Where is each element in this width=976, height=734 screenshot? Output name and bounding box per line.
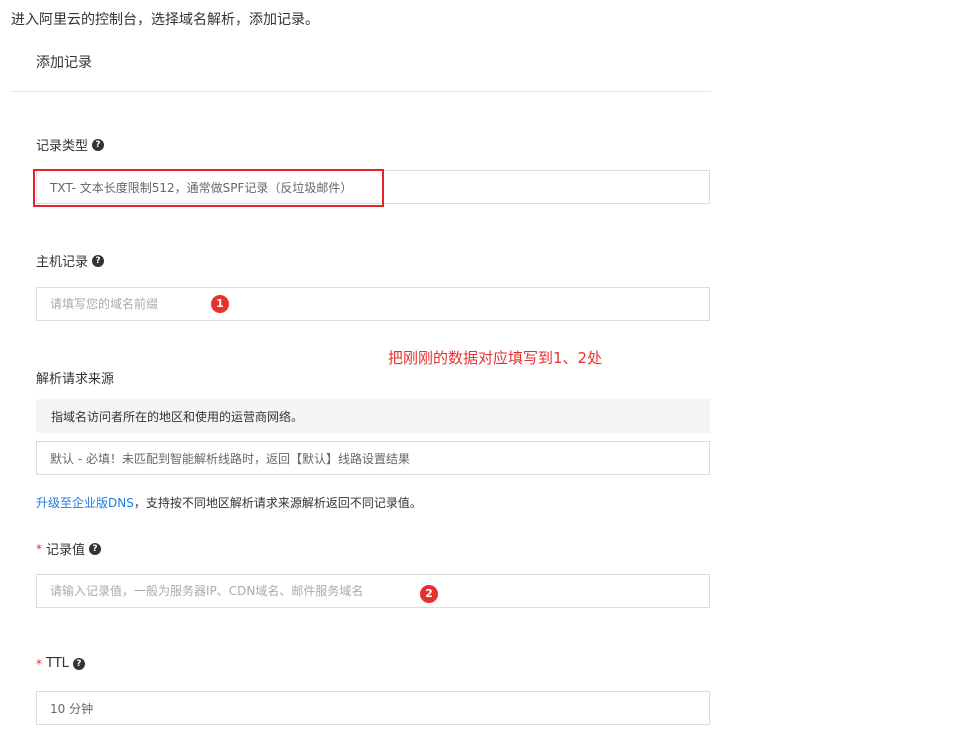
ttl-label-row: * TTL ? <box>36 656 85 671</box>
request-source-info: 指域名访问者所在的地区和使用的运营商网络。 <box>36 399 710 433</box>
article-intro-text: 进入阿里云的控制台，选择域名解析，添加记录。 <box>11 12 319 28</box>
required-mark: * <box>36 541 42 556</box>
ttl-select[interactable]: 10 分钟 <box>36 691 710 725</box>
upgrade-text: ，支持按不同地区解析请求来源解析返回不同记录值。 <box>133 496 422 510</box>
panel-title: 添加记录 <box>36 55 92 71</box>
help-icon[interactable]: ? <box>89 542 102 555</box>
marker-badge-2: 2 <box>420 585 438 603</box>
host-record-label: 主机记录 <box>36 255 89 270</box>
host-record-field[interactable] <box>36 287 710 321</box>
request-source-info-text: 指域名访问者所在的地区和使用的运营商网络。 <box>51 409 304 424</box>
help-icon[interactable]: ? <box>92 254 105 267</box>
host-record-input[interactable] <box>50 297 410 311</box>
help-icon[interactable]: ? <box>72 657 85 670</box>
upgrade-note: 升级至企业版DNS，支持按不同地区解析请求来源解析返回不同记录值。 <box>36 494 422 511</box>
host-record-label-row: 主机记录 ? <box>36 251 105 270</box>
header-divider <box>10 91 711 92</box>
upgrade-link[interactable]: 升级至企业版DNS <box>36 496 134 510</box>
help-icon[interactable]: ? <box>92 138 105 151</box>
request-source-label: 解析请求来源 <box>36 372 115 387</box>
record-value-input[interactable] <box>50 584 410 598</box>
record-value-label-row: * 记录值 ? <box>36 539 102 558</box>
request-source-label-row: 解析请求来源 <box>36 368 114 387</box>
record-type-label-row: 记录类型 ? <box>36 135 105 154</box>
record-value-field[interactable] <box>36 574 710 608</box>
record-value-label: 记录值 <box>46 543 86 558</box>
request-source-value: 默认 - 必填！未匹配到智能解析线路时，返回【默认】线路设置结果 <box>50 451 410 466</box>
record-type-value: TXT- 文本长度限制512，通常做SPF记录（反垃圾邮件） <box>50 180 353 195</box>
request-source-select[interactable]: 默认 - 必填！未匹配到智能解析线路时，返回【默认】线路设置结果 <box>36 441 710 475</box>
annotation-text: 把刚刚的数据对应填写到1、2处 <box>388 349 603 367</box>
ttl-label: TTL <box>46 656 69 671</box>
marker-badge-1: 1 <box>211 295 229 313</box>
record-type-select[interactable]: TXT- 文本长度限制512，通常做SPF记录（反垃圾邮件） <box>36 170 710 204</box>
required-mark: * <box>36 656 42 671</box>
record-type-label: 记录类型 <box>36 139 89 154</box>
ttl-value: 10 分钟 <box>50 701 94 716</box>
